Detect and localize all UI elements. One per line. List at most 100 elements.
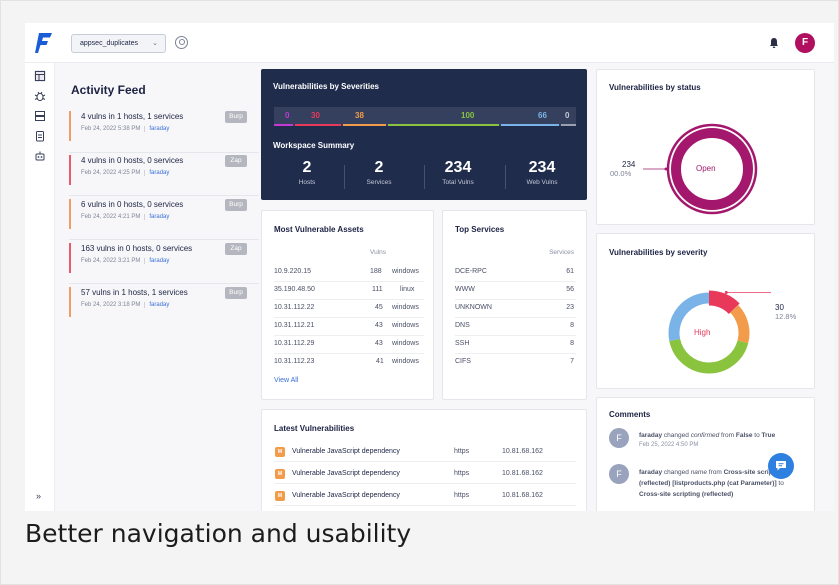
summary-hosts-value[interactable]: 2 (277, 159, 337, 177)
divider (274, 299, 424, 300)
chat-support-button[interactable] (768, 453, 794, 479)
divider (424, 165, 425, 189)
severity-unclassified-count[interactable]: 0 (565, 111, 569, 120)
asset-host[interactable]: 10.31.112.22 (274, 304, 314, 311)
feed-item-meta: Feb 24, 2022 3:21 PM faraday (81, 258, 259, 264)
asset-host[interactable]: 35.190.48.50 (274, 286, 315, 293)
severities-summary-card: Vulnerabilities by Severities 0 30 38 10… (261, 69, 587, 200)
service-count: 8 (570, 322, 574, 329)
summary-services-value[interactable]: 2 (349, 159, 409, 177)
feed-item-user[interactable]: faraday (144, 302, 170, 308)
severity-bar: 0 30 38 100 66 0 (274, 107, 576, 126)
user-profile-icon[interactable] (175, 36, 188, 49)
severity-slice-high[interactable] (708, 290, 740, 315)
comment-to-word: to (752, 432, 762, 439)
severity-line-critical (274, 124, 293, 126)
services-column-count: Services (549, 249, 574, 256)
dashboard-icon[interactable] (34, 70, 46, 82)
comment-user[interactable]: faraday (639, 469, 662, 476)
workspace-select[interactable]: appsec_duplicates ⌄ (71, 34, 166, 53)
feed-item-meta: Feb 24, 2022 4:25 PM faraday (81, 170, 259, 176)
expand-sidebar-icon[interactable]: » (36, 491, 41, 501)
asset-host[interactable]: 10.31.112.29 (274, 340, 314, 347)
severity-low-count[interactable]: 100 (461, 111, 474, 120)
view-all-assets-link[interactable]: View All (274, 377, 298, 384)
service-name[interactable]: WWW (455, 286, 475, 293)
feed-item-date: Feb 24, 2022 4:25 PM (81, 170, 141, 176)
severity-slice-low[interactable] (669, 338, 749, 374)
divider (274, 281, 424, 282)
faraday-logo[interactable] (35, 31, 53, 55)
divider (274, 317, 424, 318)
severity-critical-count[interactable]: 0 (285, 111, 289, 120)
comment-text[interactable]: faraday changed confirmed from False to … (639, 431, 809, 440)
feed-item[interactable]: 6 vulns in 0 hosts, 0 services Feb 24, 2… (69, 199, 259, 229)
avatar[interactable]: F (795, 33, 815, 53)
service-name[interactable]: CIFS (455, 358, 471, 365)
services-title: Top Services (455, 225, 505, 234)
summary-hosts-label: Hosts (298, 179, 316, 186)
latest-vuln-name[interactable]: Vulnerable JavaScript dependency (292, 470, 400, 477)
divider (69, 195, 259, 196)
severity-medium-count[interactable]: 38 (355, 111, 364, 120)
comment-to-word: to (776, 480, 784, 487)
automation-robot-icon[interactable] (34, 150, 46, 162)
summary-total-vulns-label: Total Vulns (442, 179, 474, 186)
severity-high-count[interactable]: 30 (311, 111, 320, 120)
bug-icon[interactable] (34, 90, 46, 102)
service-name[interactable]: DCE-RPC (455, 268, 487, 275)
divider (455, 281, 576, 282)
severity-slice-medium[interactable] (730, 304, 750, 344)
asset-os: windows (392, 304, 419, 311)
feed-item-meta: Feb 24, 2022 5:38 PM faraday (81, 126, 259, 132)
asset-host[interactable]: 10.9.220.15 (274, 268, 311, 275)
feed-item[interactable]: 4 vulns in 0 hosts, 0 services Feb 24, 2… (69, 155, 259, 185)
feed-item[interactable]: 4 vulns in 1 hosts, 1 services Feb 24, 2… (69, 111, 259, 141)
summary-web-vulns-value[interactable]: 234 (512, 159, 572, 177)
summary-services-label: Services (366, 179, 392, 186)
vulns-by-severity-card: Vulnerabilities by severity High 30 12.8… (596, 233, 815, 389)
severity-medium-badge: M (275, 447, 285, 457)
summary-total-vulns-value[interactable]: 234 (428, 159, 488, 177)
feed-item-date: Feb 24, 2022 3:18 PM (81, 302, 141, 308)
service-name[interactable]: DNS (455, 322, 470, 329)
hosts-icon[interactable] (34, 110, 46, 122)
asset-host[interactable]: 10.31.112.23 (274, 358, 314, 365)
divider (455, 317, 576, 318)
asset-host[interactable]: 10.31.112.21 (274, 322, 314, 329)
service-name[interactable]: UNKNOWN (455, 304, 492, 311)
feed-item[interactable]: 163 vulns in 0 hosts, 0 services Feb 24,… (69, 243, 259, 273)
service-name[interactable]: SSH (455, 340, 469, 347)
feed-item-user[interactable]: faraday (144, 170, 170, 176)
feed-item[interactable]: 57 vulns in 1 hosts, 1 services Feb 24, … (69, 287, 259, 317)
comment-from-word: from (719, 432, 736, 439)
app-window: appsec_duplicates ⌄ F » Activity Feed 4 … (25, 23, 834, 511)
bell-icon[interactable] (768, 37, 780, 49)
latest-vuln-name[interactable]: Vulnerable JavaScript dependency (292, 448, 400, 455)
severity-info-count[interactable]: 66 (538, 111, 547, 120)
feed-item-user[interactable]: faraday (144, 258, 170, 264)
severity-line-info (501, 124, 559, 126)
severity-callout-value: 30 (775, 303, 784, 312)
divider (344, 165, 345, 189)
asset-vulns: 45 (375, 304, 383, 311)
comment-user[interactable]: faraday (639, 432, 662, 439)
asset-vulns: 41 (376, 358, 384, 365)
workspace-summary-title: Workspace Summary (273, 141, 355, 150)
asset-vulns: 43 (375, 340, 383, 347)
severity-line-low (388, 124, 499, 126)
latest-vuln-name[interactable]: Vulnerable JavaScript dependency (292, 492, 400, 499)
service-count: 23 (566, 304, 574, 311)
tool-badge: Burp (225, 199, 247, 211)
divider (505, 165, 506, 189)
feed-item-user[interactable]: faraday (144, 126, 170, 132)
latest-vulnerabilities-card: Latest Vulnerabilities M Vulnerable Java… (261, 409, 587, 511)
comment-verb: changed (662, 469, 691, 476)
latest-vuln-service: https (454, 492, 470, 499)
comment-field: name (690, 469, 707, 476)
avatar: F (609, 428, 629, 448)
status-donut-chart[interactable] (597, 70, 816, 226)
feed-item-user[interactable]: faraday (144, 214, 170, 220)
status-callout-dot (664, 167, 668, 171)
reports-icon[interactable] (34, 130, 46, 142)
